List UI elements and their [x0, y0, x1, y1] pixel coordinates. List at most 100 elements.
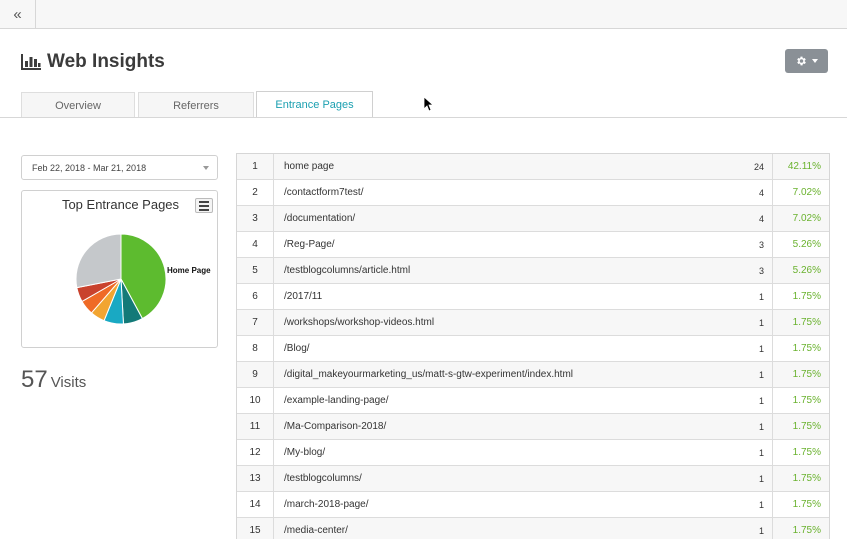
row-visit-count: 4 — [733, 206, 773, 231]
row-visit-count: 1 — [733, 388, 773, 413]
row-rank: 9 — [237, 362, 274, 387]
table-row[interactable]: 8/Blog/1 1.75% — [237, 336, 829, 362]
row-percentage: 1.75% — [792, 499, 821, 510]
row-rank: 8 — [237, 336, 274, 361]
row-visit-count: 3 — [733, 232, 773, 257]
tabs-divider — [0, 117, 847, 118]
table-row[interactable]: 7/workshops/workshop-videos.html 1 1.75% — [237, 310, 829, 336]
pie-chart: Home Page — [75, 233, 211, 325]
date-range-select[interactable]: Feb 22, 2018 - Mar 21, 2018 — [21, 155, 218, 180]
table-row[interactable]: 13/testblogcolumns/1 1.75% — [237, 466, 829, 492]
date-range-value: Feb 22, 2018 - Mar 21, 2018 — [32, 162, 147, 173]
row-visit-count: 1 — [733, 466, 773, 491]
tab-overview[interactable]: Overview — [21, 92, 135, 118]
table-row[interactable]: 1 home page 24 42.11% — [237, 154, 829, 180]
visits-stat: 57 Visits — [21, 366, 86, 394]
row-page-path: /My-blog/ — [284, 447, 326, 458]
row-percentage: 1.75% — [792, 473, 821, 484]
pie-chart-panel: Top Entrance Pages Home Page — [21, 190, 218, 348]
row-visit-count: 1 — [733, 336, 773, 361]
row-visit-count: 1 — [733, 518, 773, 539]
row-visit-count: 1 — [733, 284, 773, 309]
row-percentage: 7.02% — [792, 213, 821, 224]
row-page-path: /contactform7test/ — [284, 187, 364, 198]
visits-label: Visits — [50, 374, 87, 391]
entrance-pages-table: 1 home page 24 42.11% 2/contactform7test/4 7.… — [236, 153, 830, 539]
row-page-path: /example-landing-page/ — [284, 395, 389, 406]
visits-count: 57 — [21, 366, 48, 393]
gear-icon — [797, 56, 806, 66]
row-rank: 14 — [237, 492, 274, 517]
row-visit-count: 1 — [733, 492, 773, 517]
row-rank: 11 — [237, 414, 274, 439]
row-percentage: 1.75% — [792, 395, 821, 406]
row-rank: 10 — [237, 388, 274, 413]
row-percentage: 1.75% — [792, 343, 821, 354]
tab-entrance-pages[interactable]: Entrance Pages — [256, 91, 373, 118]
row-visit-count: 3 — [733, 258, 773, 283]
row-page-path: /Reg-Page/ — [284, 239, 335, 250]
settings-dropdown-button[interactable] — [785, 49, 828, 73]
row-page-path: home page — [284, 161, 335, 172]
chevron-down-icon — [203, 166, 209, 170]
row-percentage: 1.75% — [792, 421, 821, 432]
bar-chart-icon — [21, 54, 41, 70]
row-rank: 2 — [237, 180, 274, 205]
page-header: Web Insights — [21, 48, 165, 76]
row-page-path: /testblogcolumns/ — [284, 473, 362, 484]
row-visit-count: 1 — [733, 414, 773, 439]
row-rank: 1 — [237, 154, 274, 179]
caret-down-icon — [812, 59, 818, 63]
tab-referrers[interactable]: Referrers — [138, 92, 254, 118]
row-percentage: 1.75% — [792, 525, 821, 536]
table-row[interactable]: 14/march-2018-page/1 1.75% — [237, 492, 829, 518]
row-page-path: /testblogcolumns/article.html — [284, 265, 411, 276]
pie-label-home-page: Home Page — [167, 266, 211, 275]
row-percentage: 1.75% — [792, 291, 821, 302]
table-row[interactable]: 2/contactform7test/4 7.02% — [237, 180, 829, 206]
top-bar: « — [0, 0, 847, 29]
row-visit-count: 1 — [733, 362, 773, 387]
row-rank: 4 — [237, 232, 274, 257]
table-row[interactable]: 6/2017/11 1 1.75% — [237, 284, 829, 310]
table-row[interactable]: 9/digital_makeyourmarketing_us/matt-s-gt… — [237, 362, 829, 388]
row-visit-count: 4 — [733, 180, 773, 205]
table-row[interactable]: 11/Ma-Comparison-2018/1 1.75% — [237, 414, 829, 440]
row-rank: 6 — [237, 284, 274, 309]
double-chevron-left-icon: « — [13, 6, 22, 23]
row-page-path: /march-2018-page/ — [284, 499, 369, 510]
row-rank: 7 — [237, 310, 274, 335]
table-row[interactable]: 10/example-landing-page/1 1.75% — [237, 388, 829, 414]
table-row[interactable]: 3/documentation/4 7.02% — [237, 206, 829, 232]
collapse-sidebar-button[interactable]: « — [0, 0, 36, 29]
row-page-path: /digital_makeyourmarketing_us/matt-s-gtw… — [284, 369, 574, 380]
row-page-path: /media-center/ — [284, 525, 348, 536]
row-page-path: /2017/11 — [284, 291, 323, 302]
row-rank: 5 — [237, 258, 274, 283]
row-visit-count: 1 — [733, 440, 773, 465]
row-rank: 12 — [237, 440, 274, 465]
row-rank: 13 — [237, 466, 274, 491]
row-percentage: 42.11% — [787, 161, 821, 172]
row-visit-count: 1 — [733, 310, 773, 335]
table-row[interactable]: 15/media-center/1 1.75% — [237, 518, 829, 539]
row-rank: 3 — [237, 206, 274, 231]
row-percentage: 5.26% — [792, 239, 821, 250]
mouse-cursor-icon — [424, 97, 434, 112]
table-row[interactable]: 5/testblogcolumns/article.html 3 5.26% — [237, 258, 829, 284]
table-row[interactable]: 4/Reg-Page/3 5.26% — [237, 232, 829, 258]
row-percentage: 1.75% — [792, 369, 821, 380]
page-title: Web Insights — [47, 51, 165, 72]
row-page-path: /Blog/ — [284, 343, 310, 354]
table-row[interactable]: 12/My-blog/1 1.75% — [237, 440, 829, 466]
row-page-path: /workshops/workshop-videos.html — [284, 317, 435, 328]
row-percentage: 5.26% — [792, 265, 821, 276]
pie-slice[interactable] — [75, 233, 122, 289]
row-page-path: /Ma-Comparison-2018/ — [284, 421, 387, 432]
row-page-path: /documentation/ — [284, 213, 356, 224]
row-visit-count: 24 — [733, 154, 773, 179]
row-percentage: 7.02% — [792, 187, 821, 198]
row-percentage: 1.75% — [792, 317, 821, 328]
row-rank: 15 — [237, 518, 274, 539]
row-percentage: 1.75% — [792, 447, 821, 458]
